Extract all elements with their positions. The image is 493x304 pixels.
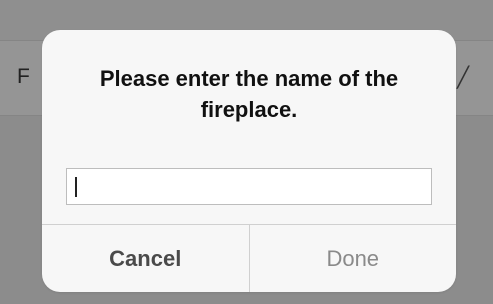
dialog-button-bar: Cancel Done (42, 224, 456, 292)
text-caret (75, 177, 77, 197)
pencil-icon: ╱ (456, 67, 469, 89)
dialog-title: Please enter the name of the fireplace. (99, 66, 399, 122)
cancel-button[interactable]: Cancel (42, 225, 250, 292)
fireplace-name-field-container (66, 168, 432, 205)
name-fireplace-dialog: Please enter the name of the fireplace. … (42, 30, 456, 292)
done-button[interactable]: Done (250, 225, 457, 292)
fireplace-name-input[interactable] (67, 169, 431, 204)
background-row-label: F (17, 65, 30, 88)
